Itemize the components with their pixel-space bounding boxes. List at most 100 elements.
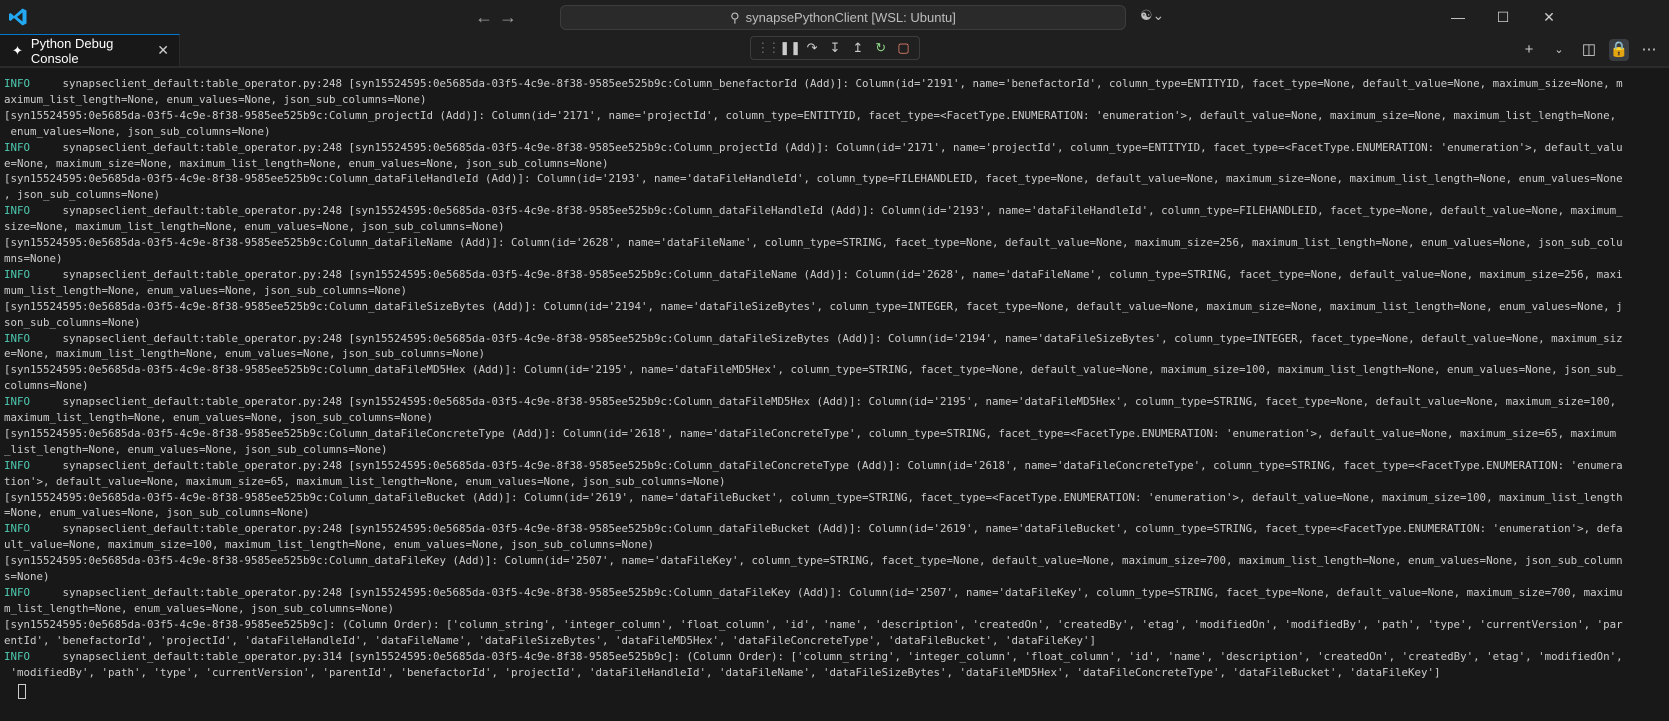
log-text: [syn15524595:0e5685da-03f5-4c9e-8f38-958…	[4, 617, 1623, 631]
tab-label: Python Debug Console	[30, 35, 114, 66]
log-text: _list_length=None, enum_values=None, jso…	[4, 442, 388, 456]
vscode-logo-icon	[9, 8, 27, 26]
log-level: INFO	[4, 140, 31, 154]
command-center-label: synapsePythonClient [WSL: Ubuntu]	[745, 10, 956, 25]
log-text: [syn15524595:0e5685da-03f5-4c9e-8f38-958…	[4, 299, 1623, 313]
arrow-right-icon[interactable]: →	[497, 6, 519, 28]
console-line: mns=None)	[4, 251, 1654, 267]
log-level: INFO	[4, 649, 31, 663]
console-line: maximum_list_length=None, enum_values=No…	[4, 410, 1654, 426]
console-line: INFO synapseclient_default:table_operato…	[4, 394, 1654, 410]
console-line: entId', 'benefactorId', 'projectId', 'da…	[4, 633, 1654, 649]
log-text: , json_sub_columns=None)	[4, 188, 161, 202]
console-line: m_list_length=None, enum_values=None, js…	[4, 601, 1654, 617]
debug-toolbar: ⋮⋮ ❚❚ ↷ ↧ ↥ ↻ ▢	[750, 36, 920, 60]
log-text: m_list_length=None, enum_values=None, js…	[4, 601, 395, 615]
tab-python-debug-console[interactable]: ✦ Python Debug Console ✕	[0, 34, 180, 66]
log-text: enum_values=None, json_sub_columns=None)	[4, 124, 271, 138]
log-level: INFO	[4, 77, 31, 90]
log-text: [syn15524595:0e5685da-03f5-4c9e-8f38-958…	[4, 363, 1623, 377]
console-line: [syn15524595:0e5685da-03f5-4c9e-8f38-958…	[4, 490, 1654, 506]
console-line: size=None, maximum_list_length=None, enu…	[4, 219, 1654, 235]
console-input-cursor[interactable]	[18, 684, 26, 699]
debug-icon: ✦	[12, 42, 23, 58]
console-line: [syn15524595:0e5685da-03f5-4c9e-8f38-958…	[4, 299, 1654, 315]
log-text: [syn15524595:0e5685da-03f5-4c9e-8f38-958…	[4, 554, 1623, 568]
console-line: 'modifiedBy', 'path', 'type', 'currentVe…	[4, 665, 1654, 681]
log-text: synapseclient_default:table_operator.py:…	[30, 458, 1623, 472]
close-tab-icon[interactable]: ✕	[157, 42, 169, 59]
console-line: s=None)	[4, 569, 1654, 585]
chevron-down-icon[interactable]: ⌄	[1549, 39, 1569, 61]
pause-icon[interactable]: ❚❚	[779, 40, 801, 56]
console-line: INFO synapseclient_default:table_operato…	[4, 521, 1654, 537]
split-editor-icon[interactable]: ◫	[1579, 39, 1599, 61]
debug-console[interactable]: INFO synapseclient_default:table_operato…	[0, 67, 1669, 721]
step-out-icon[interactable]: ↥	[848, 40, 868, 56]
panel-actions: + ⌄ ◫ 🔒 ⋯	[1519, 39, 1659, 61]
stop-icon[interactable]: ▢	[893, 40, 913, 56]
log-text: synapseclient_default:table_operator.py:…	[30, 649, 1623, 663]
console-line: INFO synapseclient_default:table_operato…	[4, 585, 1654, 601]
log-text: synapseclient_default:table_operator.py:…	[30, 395, 1617, 409]
log-level: INFO	[4, 458, 31, 472]
log-text: synapseclient_default:table_operator.py:…	[30, 77, 1623, 90]
log-text: entId', 'benefactorId', 'projectId', 'da…	[4, 633, 1097, 647]
log-text: synapseclient_default:table_operator.py:…	[30, 586, 1623, 599]
more-actions-icon[interactable]: ⋯	[1639, 39, 1659, 61]
log-text: aximum_list_length=None, enum_values=Non…	[4, 92, 427, 106]
console-line: columns=None)	[4, 378, 1654, 394]
console-line: [syn15524595:0e5685da-03f5-4c9e-8f38-958…	[4, 426, 1654, 442]
step-into-icon[interactable]: ↧	[825, 40, 845, 56]
log-text: s=None)	[4, 570, 50, 584]
console-line: [syn15524595:0e5685da-03f5-4c9e-8f38-958…	[4, 235, 1654, 251]
console-line: [syn15524595:0e5685da-03f5-4c9e-8f38-958…	[4, 362, 1654, 378]
log-level: INFO	[4, 331, 31, 345]
console-line: INFO synapseclient_default:table_operato…	[4, 140, 1654, 156]
console-line: INFO synapseclient_default:table_operato…	[4, 267, 1654, 283]
log-text: synapseclient_default:table_operator.py:…	[30, 204, 1623, 218]
log-text: 'modifiedBy', 'path', 'type', 'currentVe…	[4, 665, 1441, 679]
log-text: =None, enum_values=None, json_sub_column…	[4, 506, 310, 520]
console-line: INFO synapseclient_default:table_operato…	[4, 458, 1654, 474]
log-level: INFO	[4, 204, 31, 218]
log-text: tion'>, default_value=None, maximum_size…	[4, 474, 726, 488]
log-level: INFO	[4, 267, 31, 281]
console-line: INFO synapseclient_default:table_operato…	[4, 649, 1654, 665]
lock-icon[interactable]: 🔒	[1609, 39, 1629, 61]
minimize-icon[interactable]: —	[1435, 0, 1481, 34]
console-line: INFO synapseclient_default:table_operato…	[4, 331, 1654, 347]
console-line: [syn15524595:0e5685da-03f5-4c9e-8f38-958…	[4, 171, 1654, 187]
arrow-left-icon[interactable]: ←	[473, 6, 495, 28]
console-line: [syn15524595:0e5685da-03f5-4c9e-8f38-958…	[4, 617, 1654, 633]
step-over-icon[interactable]: ↷	[802, 40, 822, 56]
log-text: [syn15524595:0e5685da-03f5-4c9e-8f38-958…	[4, 172, 1623, 186]
new-terminal-icon[interactable]: +	[1519, 39, 1539, 61]
log-text: [syn15524595:0e5685da-03f5-4c9e-8f38-958…	[4, 426, 1617, 440]
console-line: e=None, maximum_list_length=None, enum_v…	[4, 346, 1654, 362]
log-text: size=None, maximum_list_length=None, enu…	[4, 220, 505, 234]
drag-handle-icon[interactable]: ⋮⋮	[756, 40, 780, 56]
console-line: mum_list_length=None, enum_values=None, …	[4, 283, 1654, 299]
title-bar: ← → ⚲ synapsePythonClient [WSL: Ubuntu] …	[0, 0, 1669, 35]
command-center-search[interactable]: ⚲ synapsePythonClient [WSL: Ubuntu]	[560, 5, 1126, 30]
close-window-icon[interactable]: ✕	[1526, 0, 1572, 34]
copilot-icon[interactable]: ☯⌄	[1140, 7, 1164, 24]
log-text: son_sub_columns=None)	[4, 315, 141, 329]
console-line: son_sub_columns=None)	[4, 315, 1654, 331]
log-level: INFO	[4, 586, 31, 599]
log-text: columns=None)	[4, 379, 89, 393]
log-text: [syn15524595:0e5685da-03f5-4c9e-8f38-958…	[4, 236, 1623, 250]
log-text: synapseclient_default:table_operator.py:…	[30, 331, 1623, 345]
maximize-icon[interactable]: ☐	[1480, 0, 1526, 34]
console-line: ult_value=None, maximum_size=100, maximu…	[4, 537, 1654, 553]
console-line: , json_sub_columns=None)	[4, 187, 1654, 203]
console-line: INFO synapseclient_default:table_operato…	[4, 76, 1654, 92]
console-line: enum_values=None, json_sub_columns=None)	[4, 124, 1654, 140]
console-output: INFO synapseclient_default:table_operato…	[4, 76, 1654, 680]
log-text: mns=None)	[4, 251, 63, 265]
console-line: [syn15524595:0e5685da-03f5-4c9e-8f38-958…	[4, 108, 1654, 124]
restart-icon[interactable]: ↻	[871, 40, 891, 56]
console-line: e=None, maximum_size=None, maximum_list_…	[4, 156, 1654, 172]
log-text: maximum_list_length=None, enum_values=No…	[4, 411, 434, 425]
